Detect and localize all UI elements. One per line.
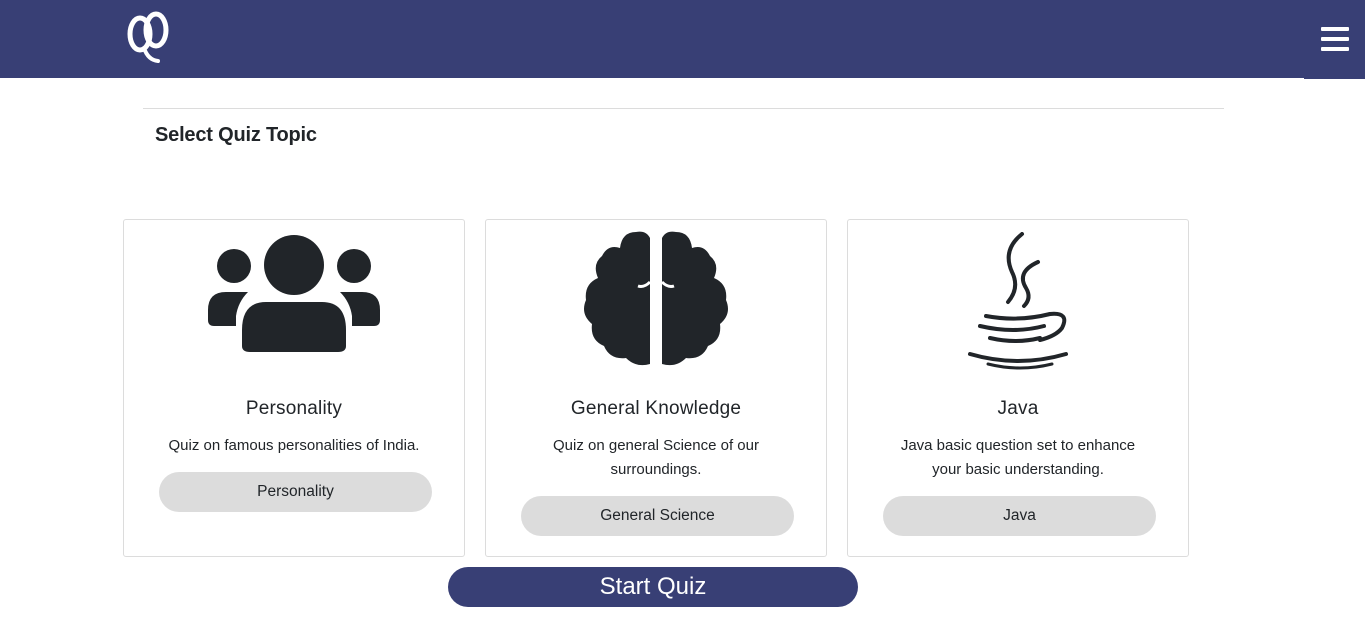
personality-topic-button[interactable]: Personality (159, 472, 432, 512)
card-title: Personality (245, 398, 343, 419)
java-icon (966, 232, 1070, 377)
users-group-icon (208, 232, 380, 361)
hamburger-menu-button[interactable] (1304, 0, 1365, 79)
hamburger-menu-icon-bar (1321, 37, 1349, 41)
card-description: Quiz on famous personalities of India. (168, 437, 420, 454)
general-science-topic-button[interactable]: General Science (521, 496, 794, 536)
section-divider (143, 108, 1224, 109)
card-title: General Knowledge (570, 398, 742, 419)
start-quiz-button[interactable]: Start Quiz (448, 567, 858, 607)
quiz-card-general-knowledge: General Knowledge Quiz on general Scienc… (485, 219, 827, 557)
quiz-logo-icon[interactable] (126, 10, 172, 66)
hamburger-menu-icon-bar (1321, 47, 1349, 51)
section-title: Select Quiz Topic (155, 124, 317, 146)
quiz-card-java: Java Java basic question set to enhance … (847, 219, 1189, 557)
card-description: Java basic question set to enhance your … (900, 437, 1136, 478)
quiz-card-personality: Personality Quiz on famous personalities… (123, 219, 465, 557)
hamburger-menu-icon-bar (1321, 27, 1349, 31)
brain-icon (578, 230, 734, 373)
card-description: Quiz on general Science of our surroundi… (553, 437, 759, 478)
top-navbar (0, 0, 1365, 79)
card-title: Java (997, 398, 1039, 419)
java-topic-button[interactable]: Java (883, 496, 1156, 536)
